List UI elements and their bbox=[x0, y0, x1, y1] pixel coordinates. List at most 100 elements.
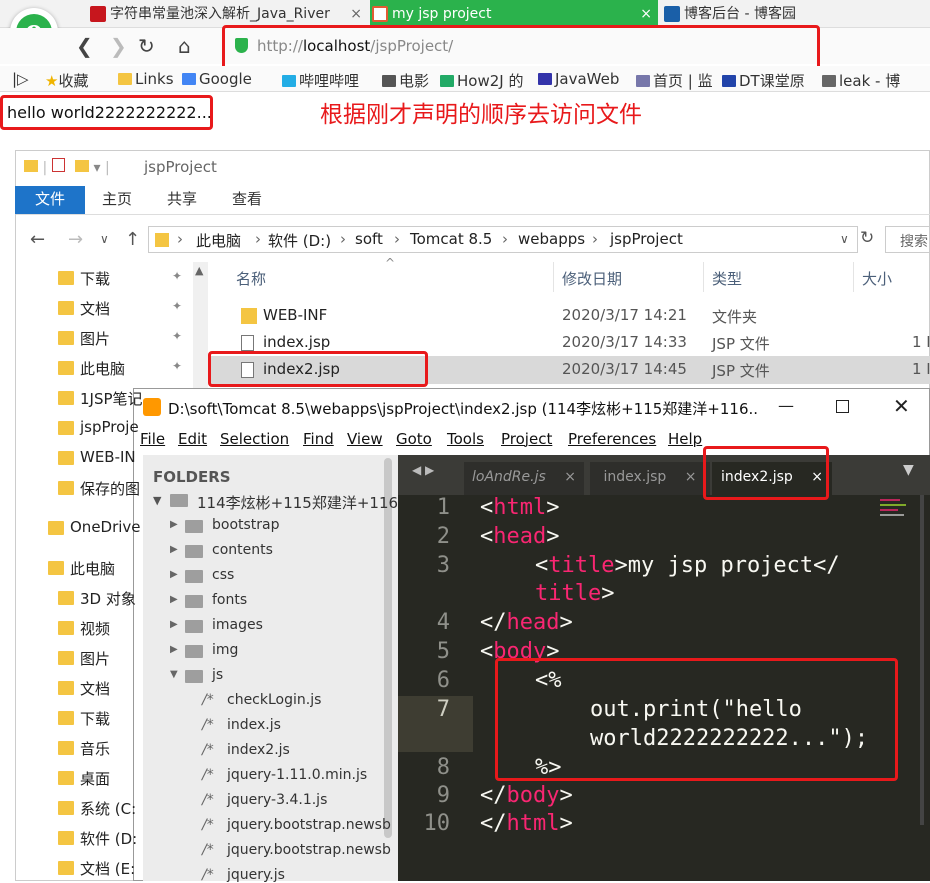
crumb-jspproject[interactable]: jspProject bbox=[610, 230, 683, 248]
sidebar-file[interactable]: index.js bbox=[227, 717, 281, 733]
bookmark-bilibili[interactable]: 哔哩哔哩 bbox=[282, 70, 359, 91]
home-icon[interactable]: ⌂ bbox=[178, 34, 191, 58]
sidebar-folder[interactable]: fonts bbox=[212, 592, 247, 608]
sidebar-toggle-icon[interactable]: |▷ bbox=[12, 70, 29, 88]
column-header-size[interactable]: 大小 bbox=[862, 268, 892, 289]
collapse-arrow-icon[interactable]: ▶ bbox=[170, 594, 178, 605]
nav-item[interactable]: 系统 (C: bbox=[80, 798, 136, 819]
expand-arrow-icon[interactable]: ▼ bbox=[170, 669, 178, 680]
browser-tab-1[interactable]: 字符串常量池深入解析_Java_River × bbox=[88, 0, 368, 28]
close-tab-icon[interactable]: × bbox=[350, 0, 362, 28]
nav-item[interactable]: 下载 bbox=[80, 708, 110, 729]
collapse-arrow-icon[interactable]: ▶ bbox=[170, 519, 178, 530]
menu-find[interactable]: Find bbox=[303, 430, 334, 448]
sidebar-file[interactable]: jquery-3.4.1.js bbox=[227, 792, 327, 808]
bookmark-how2j[interactable]: How2J 的 bbox=[440, 70, 523, 91]
close-window-icon[interactable]: ✕ bbox=[893, 394, 910, 418]
nav-item[interactable]: 此电脑 bbox=[70, 558, 115, 579]
file-name[interactable]: index.jsp bbox=[263, 333, 330, 351]
menu-edit[interactable]: Edit bbox=[178, 430, 207, 448]
chevron-down-icon[interactable]: ∨ bbox=[100, 232, 109, 246]
sidebar-file[interactable]: index2.js bbox=[227, 742, 290, 758]
collapse-arrow-icon[interactable]: ▶ bbox=[170, 569, 178, 580]
bookmark-home[interactable]: 首页 | 监 bbox=[636, 70, 713, 91]
browser-tab-2-active[interactable]: my jsp project × bbox=[370, 0, 658, 28]
pin-icon[interactable]: ✦ bbox=[172, 269, 182, 283]
menu-preferences[interactable]: Preferences bbox=[568, 430, 656, 448]
sidebar-file[interactable]: jquery.bootstrap.newsb bbox=[227, 817, 391, 833]
crumb-soft[interactable]: soft bbox=[355, 230, 383, 248]
scroll-up-icon[interactable]: ▲ bbox=[195, 264, 203, 277]
ribbon-tab-file[interactable]: 文件 bbox=[35, 188, 65, 209]
crumb-tomcat[interactable]: Tomcat 8.5 bbox=[410, 230, 492, 248]
crumb-webapps[interactable]: webapps bbox=[518, 230, 585, 248]
pin-icon[interactable]: ✦ bbox=[172, 359, 182, 373]
browser-tab-3[interactable]: 博客后台 - 博客园 bbox=[662, 0, 930, 28]
nav-item[interactable]: 音乐 bbox=[80, 738, 110, 759]
file-name[interactable]: index2.jsp bbox=[263, 360, 340, 378]
sidebar-folder[interactable]: img bbox=[212, 642, 238, 658]
nav-item[interactable]: 视频 bbox=[80, 618, 110, 639]
sidebar-folder[interactable]: contents bbox=[212, 542, 273, 558]
pin-icon[interactable]: ✦ bbox=[172, 329, 182, 343]
nav-item[interactable]: 文档 (E: bbox=[80, 858, 135, 879]
collapse-arrow-icon[interactable]: ▶ bbox=[170, 544, 178, 555]
ribbon-tab-home[interactable]: 主页 bbox=[102, 188, 132, 209]
ribbon-tab-share[interactable]: 共享 bbox=[167, 188, 197, 209]
bookmark-favorites[interactable]: ★收藏 bbox=[45, 70, 88, 91]
nav-item[interactable]: 文档 bbox=[80, 678, 110, 699]
bookmark-google[interactable]: Google bbox=[182, 70, 252, 88]
forward-arrow-icon[interactable]: ❯ bbox=[110, 34, 127, 58]
menu-selection[interactable]: Selection bbox=[220, 430, 289, 448]
nav-item[interactable]: 保存的图 bbox=[80, 478, 140, 499]
sidebar-file[interactable]: checkLogin.js bbox=[227, 692, 321, 708]
tab-dropdown-icon[interactable]: ▼ bbox=[903, 462, 914, 478]
nav-scrollbar[interactable] bbox=[193, 262, 208, 388]
menu-project[interactable]: Project bbox=[501, 430, 552, 448]
crumb-drive-d[interactable]: 软件 (D:) bbox=[268, 230, 331, 251]
nav-item[interactable]: 图片 bbox=[80, 648, 110, 669]
ribbon-tab-view[interactable]: 查看 bbox=[232, 188, 262, 209]
reload-icon[interactable]: ↻ bbox=[138, 34, 155, 58]
up-arrow-icon[interactable]: ↑ bbox=[125, 229, 140, 250]
nav-item[interactable]: 图片 bbox=[80, 328, 110, 349]
sidebar-file[interactable]: jquery-1.11.0.min.js bbox=[227, 767, 367, 783]
expand-arrow-icon[interactable]: ▼ bbox=[153, 494, 161, 507]
minimize-icon[interactable]: — bbox=[778, 396, 794, 415]
menu-tools[interactable]: Tools bbox=[447, 430, 484, 448]
menu-goto[interactable]: Goto bbox=[396, 430, 432, 448]
bookmark-javaweb[interactable]: JavaWeb bbox=[538, 70, 619, 88]
close-tab-icon[interactable]: × bbox=[564, 469, 576, 485]
column-header-name[interactable]: 名称 bbox=[236, 268, 266, 289]
nav-item[interactable]: WEB-IN bbox=[80, 448, 136, 466]
properties-icon[interactable] bbox=[51, 158, 65, 172]
back-arrow-icon[interactable]: ← bbox=[30, 229, 45, 250]
sidebar-folder[interactable]: images bbox=[212, 617, 263, 633]
editor-tab-loandre[interactable]: loAndRe.js × bbox=[464, 462, 584, 495]
refresh-icon[interactable]: ↻ bbox=[860, 228, 874, 248]
file-name[interactable]: WEB-INF bbox=[263, 306, 327, 324]
sidebar-folder[interactable]: css bbox=[212, 567, 234, 583]
bookmark-dt[interactable]: DT课堂原 bbox=[722, 70, 805, 91]
sidebar-folder[interactable]: bootstrap bbox=[212, 517, 280, 533]
nav-item[interactable]: 此电脑 bbox=[80, 358, 125, 379]
sidebar-file[interactable]: jquery.bootstrap.newsb bbox=[227, 842, 391, 858]
nav-item[interactable]: 3D 对象 bbox=[80, 588, 136, 609]
back-arrow-icon[interactable]: ❮ bbox=[76, 34, 93, 58]
bookmark-movie[interactable]: 电影 bbox=[382, 70, 429, 91]
column-header-date[interactable]: 修改日期 bbox=[562, 268, 622, 289]
root-folder-label[interactable]: 114李炫彬+115郑建洋+116 bbox=[197, 492, 398, 513]
chevron-down-icon[interactable]: ∨ bbox=[840, 232, 849, 246]
crumb-this-pc[interactable]: 此电脑 bbox=[196, 230, 241, 251]
search-input[interactable]: 搜索 bbox=[885, 226, 930, 253]
collapse-arrow-icon[interactable]: ▶ bbox=[170, 644, 178, 655]
collapse-arrow-icon[interactable]: ▶ bbox=[170, 619, 178, 630]
editor-scrollbar[interactable] bbox=[920, 495, 924, 825]
editor-tab-index-jsp[interactable]: index.jsp × bbox=[590, 462, 710, 495]
sidebar-scrollbar[interactable] bbox=[384, 458, 392, 838]
column-header-type[interactable]: 类型 bbox=[712, 268, 742, 289]
nav-item[interactable]: 软件 (D: bbox=[80, 828, 137, 849]
maximize-icon[interactable] bbox=[836, 400, 849, 413]
nav-item[interactable]: jspProje bbox=[80, 418, 139, 436]
nav-item[interactable]: 下载 bbox=[80, 268, 110, 289]
